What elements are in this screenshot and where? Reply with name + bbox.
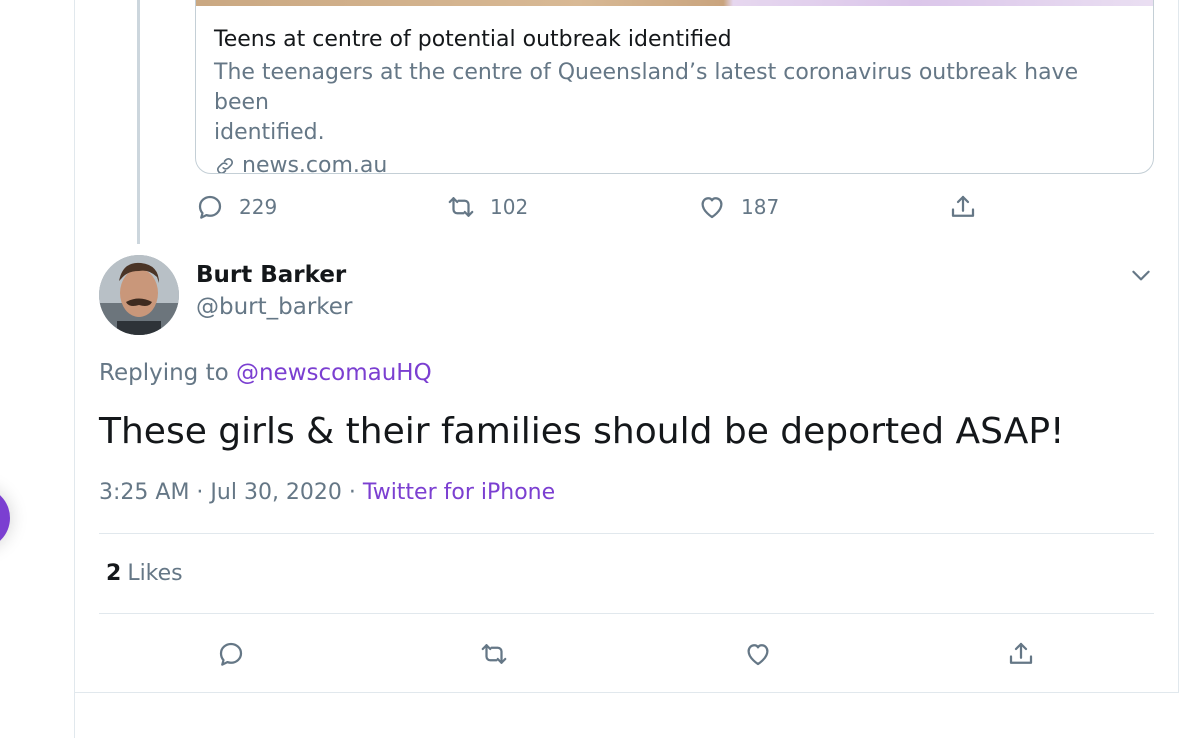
- more-options-button[interactable]: [1128, 262, 1154, 288]
- replying-prefix: Replying to: [99, 360, 236, 386]
- like-action[interactable]: [743, 639, 773, 669]
- share-action[interactable]: [1006, 639, 1036, 669]
- timeline-left-border: [74, 0, 75, 738]
- retweet-action[interactable]: [479, 639, 509, 669]
- retweet-count: 102: [490, 195, 529, 219]
- likes-count: 2: [106, 561, 122, 586]
- thread-connector-line: [137, 0, 140, 244]
- like-icon: [701, 197, 723, 219]
- card-body: Teens at centre of potential outbreak id…: [214, 25, 1135, 174]
- timeline-right-border: [1178, 0, 1179, 692]
- share-icon: [1009, 642, 1033, 664]
- card-image: [196, 0, 1153, 6]
- retweet-action[interactable]: 102: [446, 192, 528, 222]
- avatar-image: [99, 255, 179, 335]
- share-action[interactable]: [948, 192, 978, 222]
- share-icon: [951, 195, 975, 217]
- reply-action[interactable]: [216, 639, 246, 669]
- user-handle[interactable]: @burt_barker: [196, 294, 352, 320]
- link-preview-card[interactable]: Teens at centre of potential outbreak id…: [195, 0, 1154, 174]
- tweet-detail-page: Teens at centre of potential outbreak id…: [0, 0, 1200, 738]
- card-description-line: The teenagers at the centre of Queenslan…: [214, 60, 1079, 115]
- card-domain-text: news.com.au: [242, 153, 388, 174]
- reply-icon: [219, 642, 243, 666]
- likes-summary[interactable]: 2 Likes: [106, 561, 183, 586]
- card-description-line: identified.: [214, 120, 325, 145]
- card-description: The teenagers at the centre of Queenslan…: [214, 58, 1135, 148]
- divider: [99, 613, 1154, 614]
- reply-icon: [198, 195, 222, 219]
- likes-label: Likes: [127, 561, 183, 586]
- reply-action[interactable]: 229: [195, 192, 277, 222]
- like-action[interactable]: 187: [697, 192, 779, 222]
- tweet-text: These girls & their families should be d…: [99, 411, 1065, 452]
- replying-to: Replying to @newscomauHQ: [99, 360, 432, 386]
- display-name[interactable]: Burt Barker: [196, 262, 346, 288]
- like-count: 187: [741, 195, 780, 219]
- divider: [99, 533, 1154, 534]
- link-icon: [217, 158, 233, 173]
- tweet-source[interactable]: Twitter for iPhone: [363, 480, 555, 505]
- reply-count: 229: [239, 195, 278, 219]
- compose-tweet-button[interactable]: [0, 487, 10, 549]
- like-icon: [747, 644, 769, 666]
- chevron-down-icon: [1132, 270, 1150, 281]
- card-title: Teens at centre of potential outbreak id…: [214, 27, 732, 52]
- replying-to-link[interactable]: @newscomauHQ: [236, 360, 432, 386]
- tweet-timestamp[interactable]: 3:25 AM · Jul 30, 2020 ·: [99, 480, 363, 505]
- tweet-meta: 3:25 AM · Jul 30, 2020 · Twitter for iPh…: [99, 480, 555, 505]
- avatar[interactable]: [99, 255, 179, 335]
- retweet-icon: [481, 644, 507, 664]
- retweet-icon: [448, 197, 474, 217]
- tweet-bottom-border: [74, 692, 1179, 693]
- card-domain: news.com.au: [214, 151, 1135, 174]
